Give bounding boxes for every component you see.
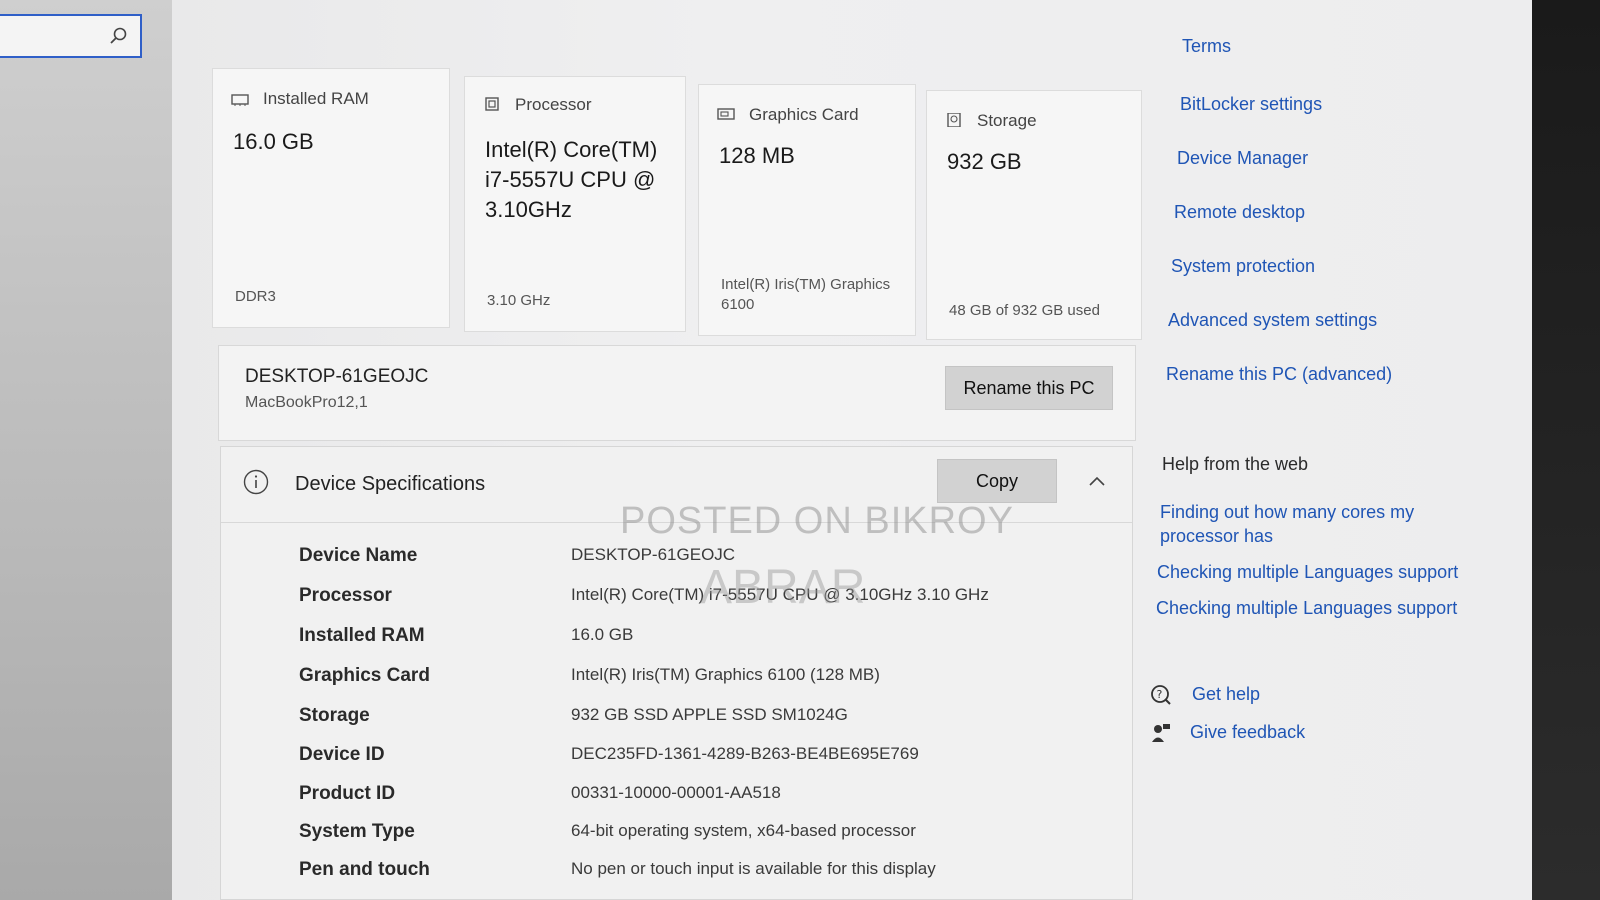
spec-row: Storage 932 GB SSD APPLE SSD SM1024G [221, 705, 1132, 743]
spec-row: Installed RAM 16.0 GB [221, 625, 1132, 663]
spec-value: 64-bit operating system, x64-based proce… [571, 821, 916, 840]
card-subtext: DDR3 [235, 288, 276, 305]
get-help-icon: ? [1151, 685, 1171, 705]
link-system-protection[interactable]: System protection [1171, 256, 1315, 277]
spec-value: Intel(R) Iris(TM) Graphics 6100 (128 MB) [571, 665, 880, 684]
spec-label: Product ID [299, 783, 396, 804]
spec-value: 00331-10000-00001-AA518 [571, 783, 781, 802]
card-value: 16.0 GB [233, 129, 314, 154]
card-title: Installed RAM [263, 89, 369, 108]
device-model: MacBookPro12,1 [245, 394, 368, 411]
card-subtext: 48 GB of 932 GB used [949, 302, 1100, 319]
section-title: Device Specifications [295, 473, 486, 495]
spec-label: Device Name [299, 545, 418, 566]
search-input[interactable] [0, 14, 142, 58]
spec-row: Product ID 00331-10000-00001-AA518 [221, 783, 1132, 821]
device-name: DESKTOP-61GEOJC [245, 366, 429, 387]
spec-label: Storage [299, 705, 370, 726]
card-title: Graphics Card [749, 105, 859, 124]
card-value: 932 GB [947, 149, 1022, 174]
storage-icon [947, 113, 961, 127]
device-name-panel: DESKTOP-61GEOJC MacBookPro12,1 Rename th… [218, 345, 1136, 441]
get-help-link[interactable]: Get help [1192, 684, 1260, 705]
card-installed-ram: Installed RAM 16.0 GB DDR3 [212, 68, 450, 328]
link-terms[interactable]: Terms [1182, 36, 1231, 57]
spec-value: 932 GB SSD APPLE SSD SM1024G [571, 705, 848, 724]
svg-text:?: ? [1157, 688, 1163, 701]
spec-row: Device Name DESKTOP-61GEOJC [221, 545, 1132, 583]
spec-label: Graphics Card [299, 665, 430, 686]
spec-row: Pen and touch No pen or touch input is a… [221, 859, 1132, 897]
chevron-up-icon[interactable] [1088, 475, 1106, 487]
card-title: Storage [977, 111, 1037, 130]
spec-row: System Type 64-bit operating system, x64… [221, 821, 1132, 859]
link-device-manager[interactable]: Device Manager [1177, 148, 1308, 169]
card-value: 128 MB [719, 143, 795, 168]
info-icon [243, 469, 269, 495]
processor-icon [485, 97, 499, 111]
rename-pc-button[interactable]: Rename this PC [945, 366, 1113, 410]
spec-label: Device ID [299, 744, 385, 765]
spec-label: Installed RAM [299, 625, 425, 646]
ram-icon [231, 94, 249, 106]
link-help-languages[interactable]: Checking multiple Languages support [1157, 562, 1458, 583]
link-bitlocker-settings[interactable]: BitLocker settings [1180, 94, 1322, 115]
link-help-cores[interactable]: Finding out how many cores my processor … [1160, 500, 1430, 548]
search-icon[interactable] [108, 26, 128, 46]
spec-row: Graphics Card Intel(R) Iris(TM) Graphics… [221, 665, 1132, 703]
card-subtext: 3.10 GHz [487, 292, 551, 309]
spec-value: 16.0 GB [571, 625, 634, 644]
spec-label: System Type [299, 821, 415, 842]
spec-row: Device ID DEC235FD-1361-4289-B263-BE4BE6… [221, 744, 1132, 782]
spec-row: Processor Intel(R) Core(TM) i7-5557U CPU… [221, 585, 1132, 623]
card-subtext: Intel(R) Iris(TM) Graphics 6100 [721, 276, 891, 313]
card-processor: Processor Intel(R) Core(TM) i7-5557U CPU… [464, 76, 686, 332]
card-storage: Storage 932 GB 48 GB of 932 GB used [926, 90, 1142, 340]
link-help-languages-2[interactable]: Checking multiple Languages support [1156, 598, 1457, 619]
watermark-name: ABRAR [700, 561, 866, 614]
link-remote-desktop[interactable]: Remote desktop [1174, 202, 1305, 223]
spec-label: Processor [299, 585, 392, 606]
card-graphics: Graphics Card 128 MB Intel(R) Iris(TM) G… [698, 84, 916, 336]
spec-value: No pen or touch input is available for t… [571, 859, 936, 878]
link-rename-pc-advanced[interactable]: Rename this PC (advanced) [1166, 364, 1392, 385]
link-advanced-system-settings[interactable]: Advanced system settings [1168, 310, 1377, 331]
left-navigation-pane [0, 0, 175, 900]
spec-label: Pen and touch [299, 859, 430, 880]
spec-value: DEC235FD-1361-4289-B263-BE4BE695E769 [571, 744, 919, 763]
graphics-card-icon [717, 108, 735, 120]
screen-bezel [1532, 0, 1600, 900]
watermark-text: POSTED ON BIKROY [620, 500, 1014, 542]
copy-button[interactable]: Copy [937, 459, 1057, 503]
card-value: Intel(R) Core(TM) i7-5557U CPU @ 3.10GHz [485, 137, 658, 222]
card-title: Processor [515, 95, 592, 114]
give-feedback-icon [1152, 724, 1170, 742]
help-section-title: Help from the web [1162, 454, 1309, 474]
give-feedback-link[interactable]: Give feedback [1190, 722, 1305, 743]
